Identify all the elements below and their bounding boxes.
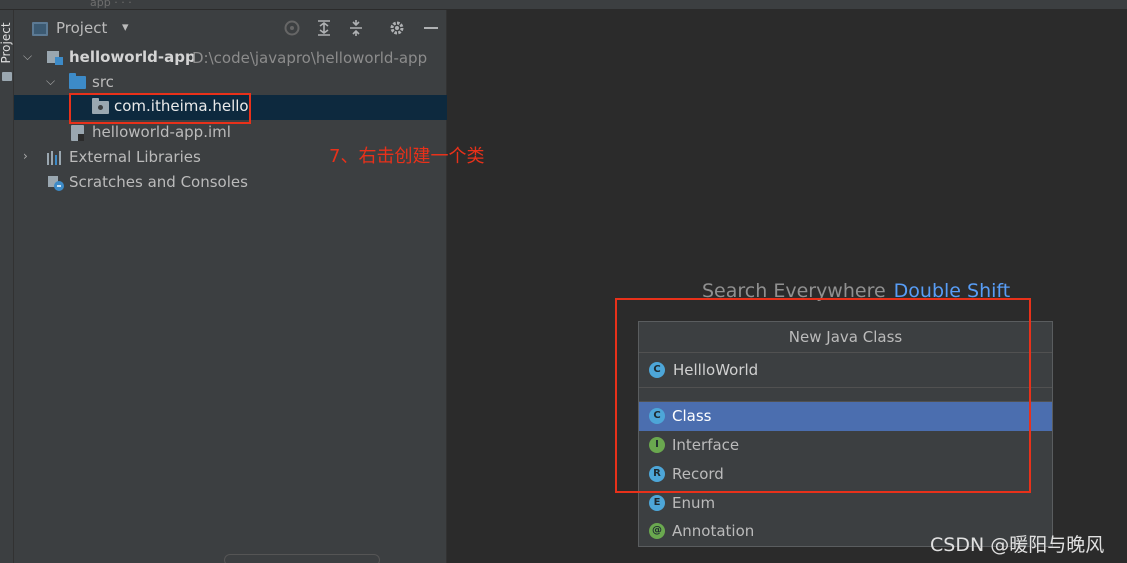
folder-icon (2, 72, 12, 81)
expand-all-icon[interactable] (314, 18, 334, 38)
locate-icon[interactable] (282, 18, 302, 38)
chevron-down-icon[interactable]: ⌵ (23, 49, 37, 63)
module-icon (47, 51, 63, 65)
tree-item-label: src (92, 73, 114, 91)
tree-item-label: helloworld-app.iml (92, 123, 231, 141)
hide-icon[interactable] (421, 18, 441, 38)
gear-icon[interactable] (387, 18, 407, 38)
collapse-all-icon[interactable] (346, 18, 366, 38)
enum-icon: E (649, 495, 665, 511)
kind-item-enum[interactable]: E Enum (639, 489, 1052, 518)
scratches-icon (47, 175, 65, 192)
project-view-selector[interactable]: Project (56, 19, 107, 37)
tree-item-helloworld-app[interactable]: ⌵ helloworld-app D:\code\javapro\hellowo… (14, 46, 447, 71)
file-icon (71, 125, 84, 141)
project-window-icon (32, 22, 48, 36)
annotation-text: 7、右击创建一个类 (329, 146, 485, 167)
chevron-right-icon[interactable]: › (23, 149, 37, 163)
highlight-box-package (69, 93, 251, 124)
project-tool-window-button[interactable]: Project (0, 20, 13, 66)
tree-item-label: helloworld-app (69, 48, 196, 66)
highlight-box-kinds (615, 298, 1031, 493)
project-panel-header: Project ▾ (14, 10, 447, 46)
chevron-down-icon[interactable]: ▾ (122, 20, 129, 35)
breadcrumb-ghost: app · · · (90, 0, 132, 9)
top-strip: app · · · (0, 0, 1127, 10)
source-folder-icon (69, 73, 86, 89)
kind-label: Enum (672, 494, 716, 512)
tree-item-label: External Libraries (69, 148, 201, 166)
annotation-icon: @ (649, 523, 665, 539)
left-tool-stripe: Project (0, 10, 14, 563)
kind-label: Annotation (672, 522, 755, 540)
horizontal-scrollbar[interactable] (224, 554, 380, 563)
module-path: D:\code\javapro\helloworld-app (192, 49, 428, 67)
tree-item-label: Scratches and Consoles (69, 173, 248, 191)
watermark: CSDN @暖阳与晚风 (930, 534, 1105, 556)
chevron-down-icon[interactable]: ⌵ (46, 74, 60, 88)
libraries-icon (47, 151, 65, 165)
tree-item-scratches[interactable]: Scratches and Consoles (14, 171, 447, 196)
